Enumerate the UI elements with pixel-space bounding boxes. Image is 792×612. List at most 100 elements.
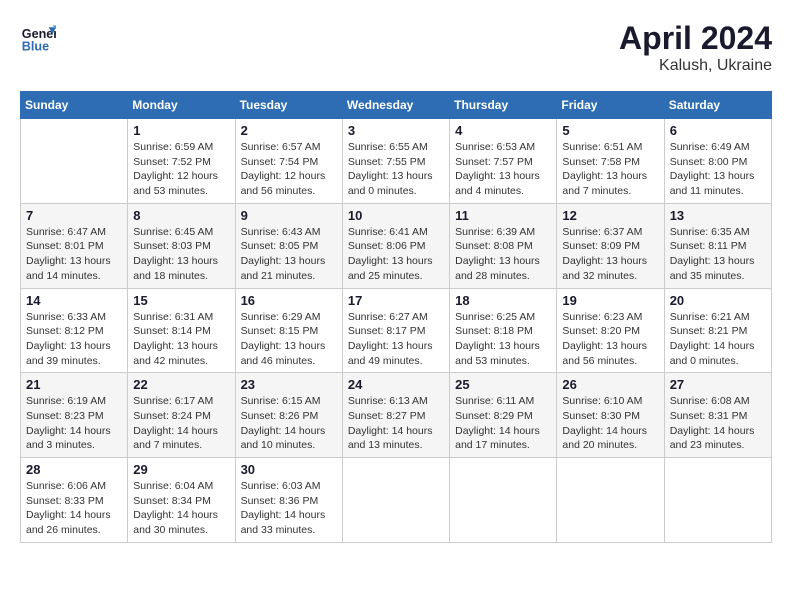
calendar-day-cell: 27 Sunrise: 6:08 AM Sunset: 8:31 PM Dayli… [664,373,771,458]
calendar-week-row: 28Sunrise: 6:06 AM Sunset: 8:33 PM Dayli… [21,458,772,543]
weekday-header-cell: Wednesday [342,92,449,119]
calendar-day-cell: 19 Sunrise: 6:23 AM Sunset: 8:20 PM Dayli… [557,288,664,373]
day-number: 14 [26,293,122,308]
day-info: Sunrise: 6:15 AM Sunset: 8:26 PM Dayligh… [241,394,337,453]
day-number: 6 [670,123,766,138]
calendar-day-cell: 13 Sunrise: 6:35 AM Sunset: 8:11 PM Dayli… [664,203,771,288]
calendar-day-cell: 17Sunrise: 6:27 AM Sunset: 8:17 PM Dayli… [342,288,449,373]
calendar-day-cell: 26 Sunrise: 6:10 AM Sunset: 8:30 PM Dayli… [557,373,664,458]
day-info: Sunrise: 6:39 AM Sunset: 8:08 PM Dayligh… [455,225,551,284]
day-info: Sunrise: 6:31 AM Sunset: 8:14 PM Dayligh… [133,310,229,369]
day-number: 4 [455,123,551,138]
day-info: Sunrise: 6:55 AM Sunset: 7:55 PM Dayligh… [348,140,444,199]
day-number: 16 [241,293,337,308]
day-number: 22 [133,377,229,392]
calendar-day-cell: 22 Sunrise: 6:17 AM Sunset: 8:24 PM Dayli… [128,373,235,458]
day-number: 20 [670,293,766,308]
calendar-day-cell: 16 Sunrise: 6:29 AM Sunset: 8:15 PM Dayli… [235,288,342,373]
calendar-day-cell: 6 Sunrise: 6:49 AM Sunset: 8:00 PM Daylig… [664,119,771,204]
calendar-day-cell: 3 Sunrise: 6:55 AM Sunset: 7:55 PM Daylig… [342,119,449,204]
day-info: Sunrise: 6:19 AM Sunset: 8:23 PM Dayligh… [26,394,122,453]
day-number: 29 [133,462,229,477]
day-number: 9 [241,208,337,223]
calendar-day-cell: 8Sunrise: 6:45 AM Sunset: 8:03 PM Daylig… [128,203,235,288]
calendar-day-cell: 29 Sunrise: 6:04 AM Sunset: 8:34 PM Dayli… [128,458,235,543]
day-number: 21 [26,377,122,392]
day-info: Sunrise: 6:29 AM Sunset: 8:15 PM Dayligh… [241,310,337,369]
calendar-day-cell: 4 Sunrise: 6:53 AM Sunset: 7:57 PM Daylig… [450,119,557,204]
day-number: 26 [562,377,658,392]
calendar-day-cell [21,119,128,204]
day-number: 23 [241,377,337,392]
calendar-day-cell: 9 Sunrise: 6:43 AM Sunset: 8:05 PM Daylig… [235,203,342,288]
logo: General Blue [20,20,56,56]
calendar-table: SundayMondayTuesdayWednesdayThursdayFrid… [20,91,772,543]
day-info: Sunrise: 6:51 AM Sunset: 7:58 PM Dayligh… [562,140,658,199]
day-number: 13 [670,208,766,223]
calendar-day-cell [450,458,557,543]
calendar-day-cell: 21 Sunrise: 6:19 AM Sunset: 8:23 PM Dayli… [21,373,128,458]
day-info: Sunrise: 6:25 AM Sunset: 8:18 PM Dayligh… [455,310,551,369]
day-number: 1 [133,123,229,138]
day-number: 18 [455,293,551,308]
calendar-day-cell: 10 Sunrise: 6:41 AM Sunset: 8:06 PM Dayli… [342,203,449,288]
calendar-day-cell: 20Sunrise: 6:21 AM Sunset: 8:21 PM Dayli… [664,288,771,373]
calendar-day-cell: 25 Sunrise: 6:11 AM Sunset: 8:29 PM Dayli… [450,373,557,458]
day-info: Sunrise: 6:27 AM Sunset: 8:17 PM Dayligh… [348,310,444,369]
day-info: Sunrise: 6:13 AM Sunset: 8:27 PM Dayligh… [348,394,444,453]
day-info: Sunrise: 6:41 AM Sunset: 8:06 PM Dayligh… [348,225,444,284]
day-info: Sunrise: 6:10 AM Sunset: 8:30 PM Dayligh… [562,394,658,453]
calendar-day-cell: 15 Sunrise: 6:31 AM Sunset: 8:14 PM Dayli… [128,288,235,373]
svg-text:Blue: Blue [22,40,49,54]
calendar-week-row: 1 Sunrise: 6:59 AM Sunset: 7:52 PM Daylig… [21,119,772,204]
calendar-day-cell: 12Sunrise: 6:37 AM Sunset: 8:09 PM Dayli… [557,203,664,288]
day-info: Sunrise: 6:35 AM Sunset: 8:11 PM Dayligh… [670,225,766,284]
calendar-header-row: SundayMondayTuesdayWednesdayThursdayFrid… [21,92,772,119]
calendar-week-row: 21 Sunrise: 6:19 AM Sunset: 8:23 PM Dayli… [21,373,772,458]
day-number: 10 [348,208,444,223]
day-info: Sunrise: 6:11 AM Sunset: 8:29 PM Dayligh… [455,394,551,453]
day-info: Sunrise: 6:06 AM Sunset: 8:33 PM Dayligh… [26,479,122,538]
day-number: 3 [348,123,444,138]
calendar-day-cell: 14Sunrise: 6:33 AM Sunset: 8:12 PM Dayli… [21,288,128,373]
day-info: Sunrise: 6:04 AM Sunset: 8:34 PM Dayligh… [133,479,229,538]
day-info: Sunrise: 6:57 AM Sunset: 7:54 PM Dayligh… [241,140,337,199]
day-info: Sunrise: 6:47 AM Sunset: 8:01 PM Dayligh… [26,225,122,284]
weekday-header-cell: Thursday [450,92,557,119]
location-subtitle: Kalush, Ukraine [619,57,772,75]
weekday-header-cell: Saturday [664,92,771,119]
calendar-day-cell: 18 Sunrise: 6:25 AM Sunset: 8:18 PM Dayli… [450,288,557,373]
day-number: 7 [26,208,122,223]
day-number: 25 [455,377,551,392]
calendar-day-cell: 5Sunrise: 6:51 AM Sunset: 7:58 PM Daylig… [557,119,664,204]
day-number: 2 [241,123,337,138]
calendar-day-cell: 11 Sunrise: 6:39 AM Sunset: 8:08 PM Dayli… [450,203,557,288]
day-info: Sunrise: 6:49 AM Sunset: 8:00 PM Dayligh… [670,140,766,199]
month-year-title: April 2024 [619,20,772,57]
calendar-day-cell: 7 Sunrise: 6:47 AM Sunset: 8:01 PM Daylig… [21,203,128,288]
calendar-day-cell: 2 Sunrise: 6:57 AM Sunset: 7:54 PM Daylig… [235,119,342,204]
calendar-day-cell [557,458,664,543]
weekday-header-cell: Friday [557,92,664,119]
day-info: Sunrise: 6:43 AM Sunset: 8:05 PM Dayligh… [241,225,337,284]
calendar-day-cell: 24Sunrise: 6:13 AM Sunset: 8:27 PM Dayli… [342,373,449,458]
calendar-day-cell [664,458,771,543]
day-number: 12 [562,208,658,223]
day-info: Sunrise: 6:59 AM Sunset: 7:52 PM Dayligh… [133,140,229,199]
day-number: 30 [241,462,337,477]
calendar-day-cell: 1 Sunrise: 6:59 AM Sunset: 7:52 PM Daylig… [128,119,235,204]
day-info: Sunrise: 6:45 AM Sunset: 8:03 PM Dayligh… [133,225,229,284]
calendar-day-cell: 23 Sunrise: 6:15 AM Sunset: 8:26 PM Dayli… [235,373,342,458]
calendar-day-cell: 28Sunrise: 6:06 AM Sunset: 8:33 PM Dayli… [21,458,128,543]
day-info: Sunrise: 6:03 AM Sunset: 8:36 PM Dayligh… [241,479,337,538]
weekday-header-cell: Tuesday [235,92,342,119]
day-info: Sunrise: 6:08 AM Sunset: 8:31 PM Dayligh… [670,394,766,453]
day-info: Sunrise: 6:23 AM Sunset: 8:20 PM Dayligh… [562,310,658,369]
day-info: Sunrise: 6:53 AM Sunset: 7:57 PM Dayligh… [455,140,551,199]
day-number: 15 [133,293,229,308]
calendar-day-cell: 30 Sunrise: 6:03 AM Sunset: 8:36 PM Dayli… [235,458,342,543]
day-info: Sunrise: 6:17 AM Sunset: 8:24 PM Dayligh… [133,394,229,453]
day-number: 11 [455,208,551,223]
day-number: 27 [670,377,766,392]
day-number: 19 [562,293,658,308]
